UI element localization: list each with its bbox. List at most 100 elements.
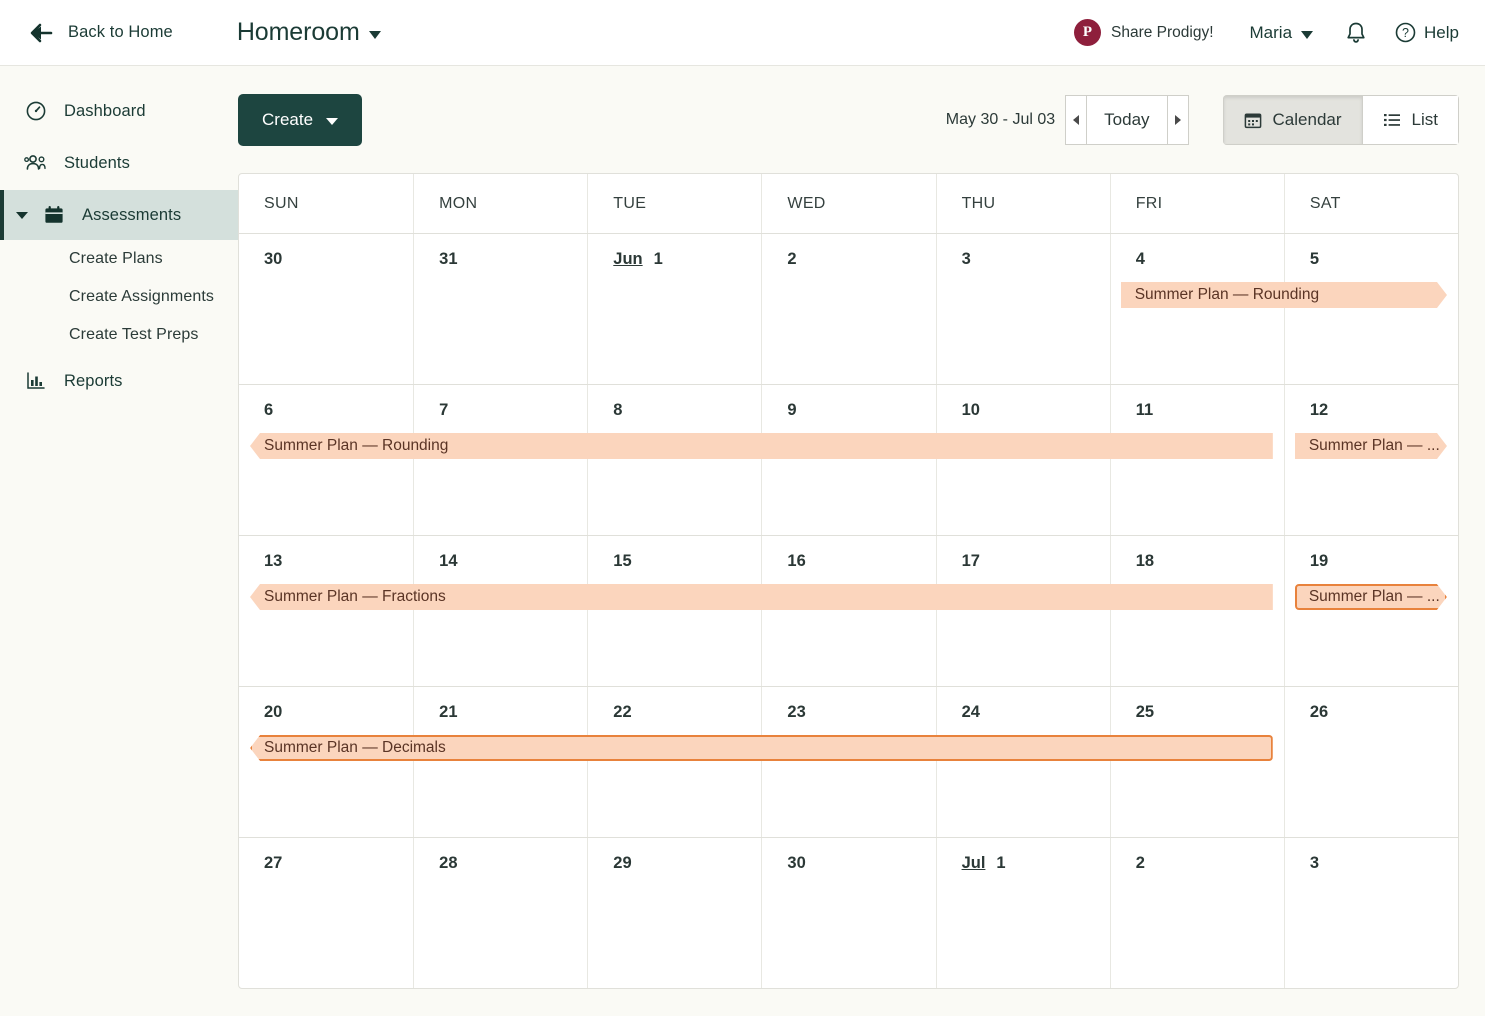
calendar-day-cell[interactable]: 2 (761, 234, 935, 384)
previous-period-button[interactable] (1065, 95, 1087, 145)
calendar-day-cell[interactable]: 3 (936, 234, 1110, 384)
day-number-value: 15 (613, 552, 631, 571)
notifications-button[interactable] (1345, 21, 1367, 45)
calendar-day-cell[interactable]: 7 (413, 385, 587, 535)
share-prodigy-label: Share Prodigy! (1111, 24, 1214, 42)
day-number: 30 (787, 854, 935, 873)
sidebar-item-assessments[interactable]: Assessments (0, 190, 238, 240)
calendar-day-cell[interactable]: 9 (761, 385, 935, 535)
day-number-value: 11 (1136, 401, 1153, 420)
month-label-link[interactable]: Jun (613, 250, 642, 269)
svg-text:?: ? (1402, 26, 1409, 40)
calendar-day-cell[interactable]: Jul 1 (936, 838, 1110, 988)
calendar-event-bar[interactable]: Summer Plan — Fractions (250, 584, 1273, 610)
calendar-event-bar[interactable]: Summer Plan — Rounding (250, 433, 1273, 459)
calendar-day-cell[interactable]: 10 (936, 385, 1110, 535)
week-day-cells: 6 78 9 10 11 12 (239, 385, 1458, 535)
calendar-day-cell[interactable]: 17 (936, 536, 1110, 686)
top-bar-right: P Share Prodigy! Maria ? Help (1074, 19, 1459, 46)
day-number: 25 (1136, 703, 1284, 722)
calendar-week-row: 13 14 15 1617 18 19 Summer Plan — Fractions Sum… (239, 536, 1458, 687)
calendar-day-cell[interactable]: 13 (239, 536, 413, 686)
calendar-day-cell[interactable]: 2 (1110, 838, 1284, 988)
sidebar-item-dashboard[interactable]: Dashboard (0, 86, 238, 136)
calendar-day-cell[interactable]: Jun 1 (587, 234, 761, 384)
sidebar-subitem-create-test-preps[interactable]: Create Test Preps (0, 316, 238, 354)
calendar-day-cell[interactable]: 28 (413, 838, 587, 988)
calendar-day-cell[interactable]: 3 (1284, 838, 1458, 988)
help-label: Help (1424, 23, 1459, 43)
day-number: 19 (1310, 552, 1458, 571)
day-number: 9 (787, 401, 935, 420)
tab-calendar-view[interactable]: Calendar (1223, 95, 1363, 145)
date-range-label: May 30 - Jul 03 (946, 111, 1055, 129)
next-period-button[interactable] (1167, 95, 1189, 145)
sidebar-subitem-create-assignments[interactable]: Create Assignments (0, 278, 238, 316)
day-number-value: 3 (1310, 854, 1319, 873)
month-label-link[interactable]: Jul (962, 854, 986, 873)
week-day-cells: 2021222324 25 26 (239, 687, 1458, 837)
day-number-value: 9 (787, 401, 796, 420)
day-number-value: 25 (1136, 703, 1154, 722)
calendar-day-cell[interactable]: 30 (239, 234, 413, 384)
day-number: 2 (1136, 854, 1284, 873)
day-number-value: 1 (654, 250, 663, 269)
calendar-day-cell[interactable]: 6 (239, 385, 413, 535)
back-to-home-button[interactable]: Back to Home (28, 20, 173, 46)
day-number-value: 6 (264, 401, 273, 420)
event-bar-label: Summer Plan — ... (1295, 437, 1440, 455)
day-number-value: 18 (1136, 552, 1154, 571)
calendar-event-bar[interactable]: Summer Plan — Decimals (250, 735, 1273, 761)
sidebar-item-reports[interactable]: Reports (0, 356, 238, 406)
calendar-day-cell[interactable]: 14 (413, 536, 587, 686)
calendar-day-cell[interactable]: 15 (587, 536, 761, 686)
calendar-event-bar[interactable]: Summer Plan — ... (1295, 584, 1447, 610)
day-number-value: 14 (439, 552, 457, 571)
today-button[interactable]: Today (1087, 95, 1166, 145)
day-number-value: 19 (1310, 552, 1328, 571)
calendar-day-cell[interactable]: 16 (761, 536, 935, 686)
calendar-day-cell[interactable]: 21 (413, 687, 587, 837)
day-number-value: 26 (1310, 703, 1328, 722)
calendar-day-cell[interactable]: 29 (587, 838, 761, 988)
tab-list-view[interactable]: List (1363, 95, 1459, 145)
calendar-day-cell[interactable]: 27 (239, 838, 413, 988)
day-number-value: 1 (996, 854, 1005, 873)
user-menu[interactable]: Maria (1250, 23, 1314, 43)
chevron-down-icon (326, 118, 338, 125)
sidebar-subitem-create-plans[interactable]: Create Plans (0, 240, 238, 278)
calendar-day-cell[interactable]: 31 (413, 234, 587, 384)
day-number: 13 (264, 552, 413, 571)
calendar-day-cell[interactable]: 5 (1284, 234, 1458, 384)
day-number-value: 10 (962, 401, 980, 420)
sidebar-item-students[interactable]: Students (0, 138, 238, 188)
day-header-sun: SUN (239, 174, 413, 233)
day-number: 11 (1136, 401, 1284, 420)
day-number: 31 (439, 250, 587, 269)
calendar-day-cell[interactable]: 18 (1110, 536, 1284, 686)
calendar-day-cell[interactable]: 11 (1110, 385, 1284, 535)
create-button[interactable]: Create (238, 94, 362, 146)
calendar-day-cell[interactable]: 25 (1110, 687, 1284, 837)
calendar-day-cell[interactable]: 20 (239, 687, 413, 837)
calendar-day-cell[interactable]: 19 (1284, 536, 1458, 686)
calendar-day-cell[interactable]: 30 (761, 838, 935, 988)
week-day-cells: 30 31 Jun 1 2 3 45 (239, 234, 1458, 384)
calendar-event-bar[interactable]: Summer Plan — ... (1295, 433, 1447, 459)
chevron-down-icon[interactable] (16, 212, 28, 219)
day-number-value: 30 (264, 250, 282, 269)
calendar-day-cell[interactable]: 24 (936, 687, 1110, 837)
calendar-day-cell[interactable]: 12 (1284, 385, 1458, 535)
homeroom-selector[interactable]: Homeroom (237, 18, 381, 47)
day-number: 4 (1136, 250, 1284, 269)
calendar-day-cell[interactable]: 4 (1110, 234, 1284, 384)
help-button[interactable]: ? Help (1395, 22, 1459, 43)
day-number: 16 (787, 552, 935, 571)
calendar-event-bar[interactable]: Summer Plan — Rounding (1121, 282, 1447, 308)
calendar-day-cell[interactable]: 22 (587, 687, 761, 837)
calendar-day-cell[interactable]: 23 (761, 687, 935, 837)
calendar-day-cell[interactable]: 8 (587, 385, 761, 535)
day-number-value: 2 (787, 250, 796, 269)
calendar-day-cell[interactable]: 26 (1284, 687, 1458, 837)
share-prodigy-button[interactable]: P Share Prodigy! (1074, 19, 1214, 46)
